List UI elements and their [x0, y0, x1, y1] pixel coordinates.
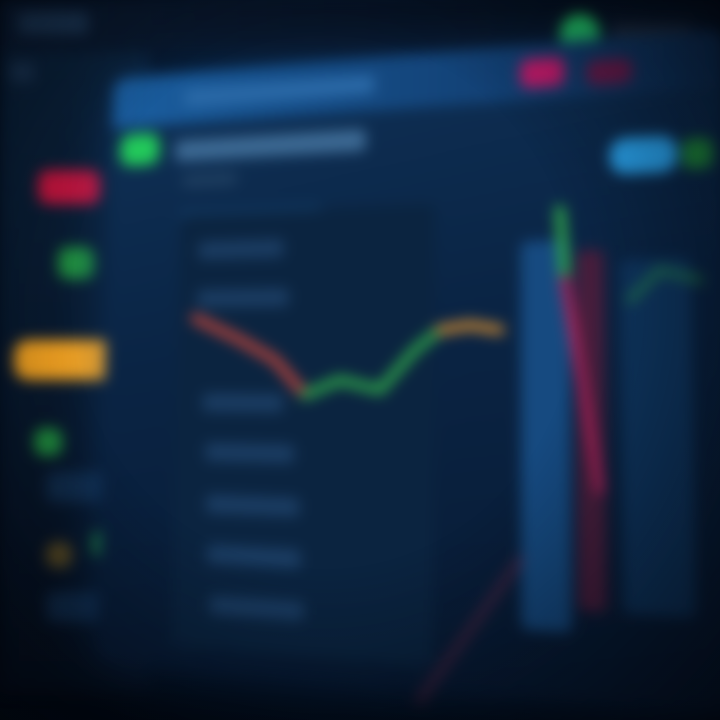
chart-line-orange — [435, 320, 505, 335]
chart-candle-green — [555, 205, 570, 285]
chart-line-right — [626, 266, 704, 304]
chart-line-red — [190, 313, 310, 400]
line-chart — [190, 205, 704, 704]
chart-candle-red — [560, 275, 605, 495]
blur-layer — [0, 0, 720, 720]
chart-line-bottom — [416, 556, 524, 704]
blurred-dashboard-photo — [0, 0, 720, 720]
chart-line-green — [300, 325, 445, 400]
